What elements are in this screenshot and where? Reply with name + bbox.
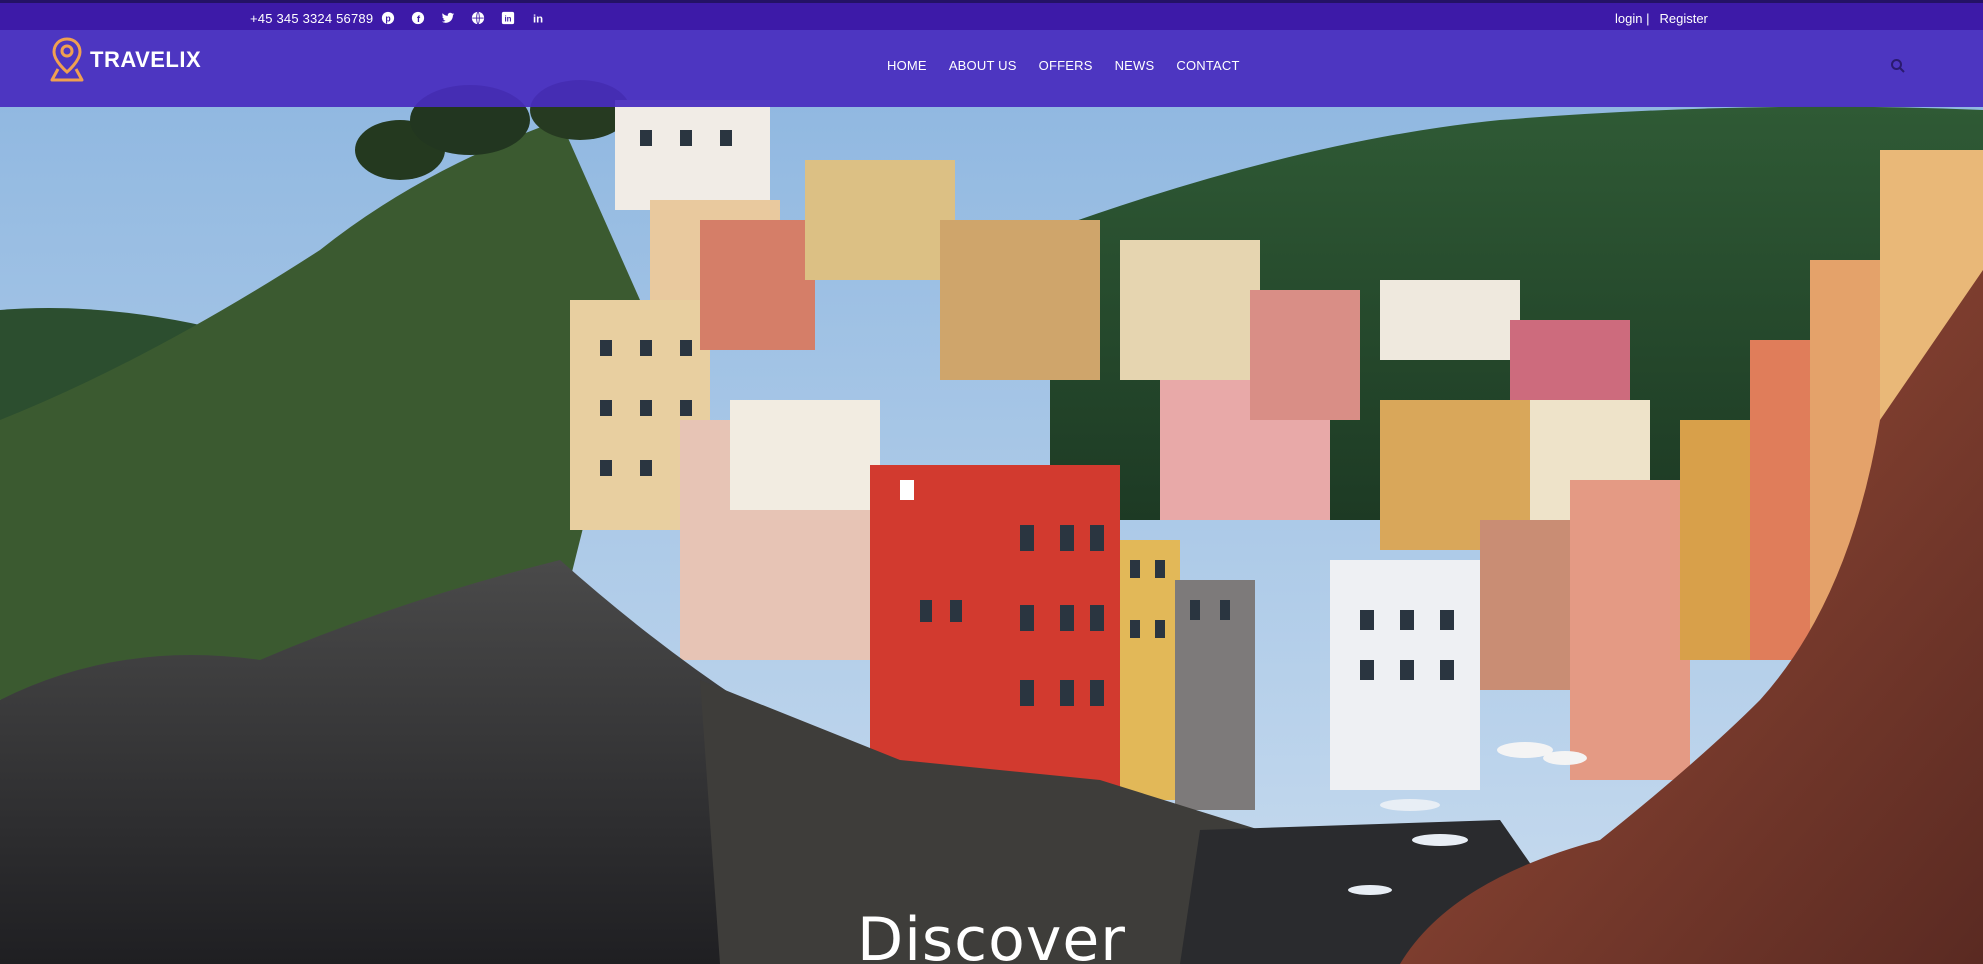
hero-background-image xyxy=(0,0,1983,964)
top-bar: +45 345 3324 56789 p f in in login | Reg… xyxy=(0,0,1983,30)
twitter-icon[interactable] xyxy=(440,10,456,26)
social-links: p f in in xyxy=(380,10,546,26)
nav-item-contact[interactable]: CONTACT xyxy=(1176,58,1239,73)
nav-item-offers[interactable]: OFFERS xyxy=(1039,58,1093,73)
svg-text:p: p xyxy=(385,14,390,24)
nav-item-about-us[interactable]: ABOUT US xyxy=(949,58,1017,73)
linkedin-icon[interactable]: in xyxy=(530,10,546,26)
linkedin-square-icon[interactable]: in xyxy=(500,10,516,26)
facebook-icon[interactable]: f xyxy=(410,10,426,26)
svg-text:in: in xyxy=(533,13,543,25)
nav-item-news[interactable]: NEWS xyxy=(1115,58,1155,73)
nav-menu: HOME ABOUT US OFFERS NEWS CONTACT xyxy=(887,58,1240,73)
phone-number: +45 345 3324 56789 xyxy=(250,11,374,26)
globe-icon[interactable] xyxy=(470,10,486,26)
search-icon[interactable] xyxy=(1889,57,1907,75)
auth-links: login | Register xyxy=(1615,11,1708,26)
logo[interactable]: TRAVELIX xyxy=(48,36,201,84)
register-link[interactable]: Register xyxy=(1659,11,1707,26)
svg-text:in: in xyxy=(505,15,512,24)
nav-item-home[interactable]: HOME xyxy=(887,58,927,73)
pinterest-icon[interactable]: p xyxy=(380,10,396,26)
main-navigation: TRAVELIX HOME ABOUT US OFFERS NEWS CONTA… xyxy=(0,30,1983,107)
hero-title: Discover xyxy=(857,905,1126,964)
map-pin-icon xyxy=(50,37,84,82)
hero-section: Discover xyxy=(0,0,1983,964)
logo-text: TRAVELIX xyxy=(90,47,202,72)
login-link[interactable]: login | xyxy=(1615,11,1649,26)
